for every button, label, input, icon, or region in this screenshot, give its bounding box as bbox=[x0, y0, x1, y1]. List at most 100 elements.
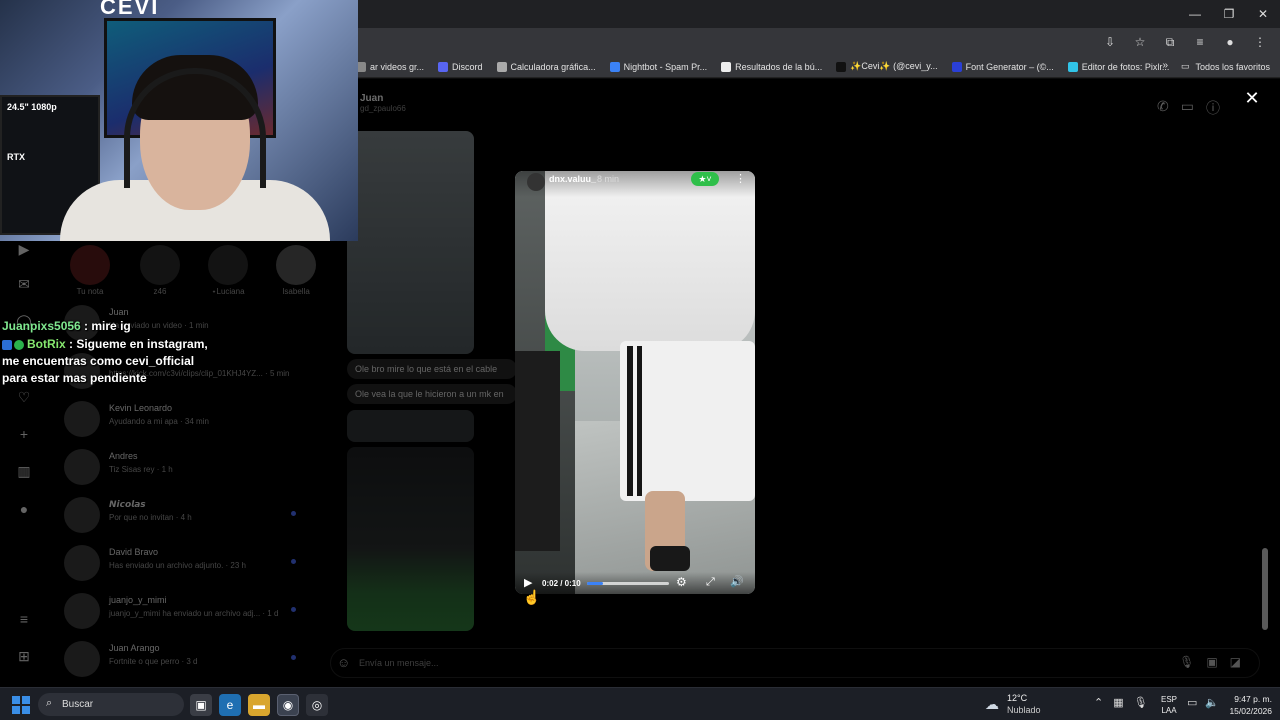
avatar bbox=[64, 497, 100, 533]
obs-icon[interactable]: ◎ bbox=[306, 694, 328, 716]
video-call-icon[interactable]: ▭ bbox=[1181, 98, 1194, 118]
fullscreen-icon[interactable]: ⤢ bbox=[706, 576, 715, 589]
discord-icon bbox=[438, 61, 449, 72]
chrome-icon[interactable]: ◉ bbox=[277, 694, 299, 716]
shared-post[interactable] bbox=[347, 447, 474, 631]
bookmark-label: Resultados de la bú... bbox=[735, 61, 823, 72]
more-options-icon[interactable]: ⋮ bbox=[735, 172, 746, 185]
bookmark-star-icon[interactable]: ☆ bbox=[1130, 32, 1150, 52]
close-window-button[interactable]: ✕ bbox=[1246, 0, 1280, 28]
conversation-item[interactable]: Kevin Leonardo Ayudando a mi apa · 34 min bbox=[60, 399, 310, 443]
bookmark-item[interactable]: Resultados de la bú... bbox=[721, 61, 823, 72]
note-item[interactable]: z46 bbox=[138, 245, 182, 296]
close-friends-star-icon[interactable]: ★˅ bbox=[691, 172, 719, 186]
gear-icon[interactable]: ⚙ bbox=[676, 575, 687, 589]
note-item[interactable]: ⋆Luciana bbox=[206, 245, 250, 296]
bookmark-label: ✨Cevi✨ (@cevi_y... bbox=[850, 61, 938, 71]
tray-app-icon[interactable]: ▦ bbox=[1113, 696, 1123, 709]
bookmark-item[interactable]: Editor de fotos: Pixlr... bbox=[1067, 61, 1169, 72]
bookmark-item[interactable]: Discord bbox=[438, 61, 483, 72]
note-item[interactable]: Isabella bbox=[274, 245, 318, 296]
unread-dot bbox=[291, 511, 296, 516]
viewer-username[interactable]: dnx.valuu_ bbox=[549, 174, 596, 184]
conversation-name: David Bravo bbox=[109, 547, 159, 557]
conversation-name: Juan bbox=[109, 307, 129, 317]
menu-kebab-icon[interactable]: ⋮ bbox=[1250, 32, 1270, 52]
conversation-name: Juan Arango bbox=[109, 643, 160, 653]
avatar[interactable] bbox=[527, 173, 545, 191]
avatar bbox=[64, 401, 100, 437]
apps-icon[interactable]: ⊞ bbox=[14, 646, 34, 666]
more-menu-icon[interactable]: ≡ bbox=[14, 609, 34, 629]
shared-image[interactable] bbox=[347, 131, 474, 354]
monitor-label: RTX bbox=[7, 152, 25, 162]
file-explorer-icon[interactable]: ▬ bbox=[248, 694, 270, 716]
messenger-icon[interactable]: ✉ bbox=[14, 274, 34, 294]
message-composer[interactable]: ☺ Envía un mensaje... 🎙 ▣ ◪ bbox=[330, 648, 1260, 678]
thread-name[interactable]: Juan bbox=[360, 93, 406, 104]
edge-icon[interactable]: e bbox=[219, 694, 241, 716]
install-app-icon[interactable]: ⇩ bbox=[1100, 32, 1120, 52]
image-icon[interactable]: ▣ bbox=[1206, 655, 1217, 669]
conversation-item[interactable]: Andres Tiz Sisas rey · 1 h bbox=[60, 447, 310, 491]
shared-reel-strip[interactable] bbox=[347, 410, 474, 442]
dashboard-icon[interactable]: ▥ bbox=[14, 461, 34, 481]
composer-placeholder: Envía un mensaje... bbox=[359, 658, 439, 668]
reels-icon[interactable]: ▶ bbox=[14, 239, 34, 259]
conversation-name: juanjo_y_mimi bbox=[109, 595, 167, 605]
speaker-icon[interactable]: 🔈 bbox=[1205, 696, 1219, 709]
conversation-item[interactable]: juanjo_y_mimi juanjo_y_mimi ha enviado un… bbox=[60, 591, 310, 635]
volume-icon[interactable]: 🔊 bbox=[730, 575, 744, 588]
taskbar: ⌕ Buscar ▣ e ▬ ◉ ◎ ☁ 12°C Nublado ⌃ ▦ 🎙 … bbox=[0, 687, 1280, 720]
video-scene bbox=[545, 171, 755, 351]
video-viewer[interactable]: dnx.valuu_ 8 min ★˅ ⋮ ▶ 0:02 / 0:10 ⚙ ⤢ … bbox=[515, 171, 755, 594]
video-scene bbox=[637, 346, 642, 496]
extensions-icon[interactable]: ⧉ bbox=[1160, 32, 1180, 52]
create-icon[interactable]: + bbox=[14, 424, 34, 444]
bookmark-item[interactable]: Font Generator – (©... bbox=[951, 61, 1054, 72]
restore-button[interactable]: ❐ bbox=[1212, 0, 1246, 28]
conversation-item[interactable]: Juan Arango Fortnite o que perro · 3 d bbox=[60, 639, 310, 683]
conversation-preview: Tiz Sisas rey · 1 h bbox=[109, 465, 173, 474]
conversation-item[interactable]: David Bravo Has enviado un archivo adjunt… bbox=[60, 543, 310, 587]
windows-start-icon[interactable] bbox=[12, 696, 30, 714]
pixlr-icon bbox=[1067, 61, 1078, 72]
heart-icon[interactable]: ♡ bbox=[14, 387, 34, 407]
task-view-icon[interactable]: ▣ bbox=[190, 694, 212, 716]
profile-icon[interactable]: ● bbox=[14, 499, 34, 519]
clock[interactable]: 9:47 p. m. 15/02/2026 bbox=[1222, 693, 1272, 717]
viewer-time: 8 min bbox=[597, 174, 620, 184]
viewer-header: dnx.valuu_ 8 min ★˅ ⋮ bbox=[515, 171, 755, 197]
sticker-icon[interactable]: ◪ bbox=[1230, 655, 1241, 669]
chevron-up-icon[interactable]: ⌃ bbox=[1094, 696, 1103, 709]
note-item[interactable]: Tu nota bbox=[68, 245, 112, 296]
bookmark-item[interactable]: Calculadora gráfica... bbox=[496, 61, 596, 72]
video-progress-track[interactable] bbox=[587, 582, 669, 585]
webcam-logo-text: CEVI bbox=[100, 0, 160, 19]
conversation-preview: Fortnite o que perro · 3 d bbox=[109, 657, 198, 666]
avatar bbox=[276, 245, 316, 285]
bookmark-item[interactable]: ✨Cevi✨ (@cevi_y... bbox=[836, 61, 938, 72]
bookmark-item[interactable]: Nightbot - Spam Pr... bbox=[609, 61, 707, 72]
clock-time: 9:47 p. m. bbox=[1234, 694, 1272, 704]
taskbar-search[interactable]: ⌕ Buscar bbox=[38, 693, 184, 716]
minimize-button[interactable]: — bbox=[1178, 0, 1212, 28]
info-icon[interactable]: ⓘ bbox=[1206, 98, 1220, 118]
scrollbar-thumb[interactable] bbox=[1262, 548, 1268, 630]
profile-avatar[interactable]: ● bbox=[1220, 32, 1240, 52]
language-indicator[interactable]: ESP LAA bbox=[1161, 694, 1177, 716]
microphone-icon[interactable]: 🎙 bbox=[1134, 696, 1148, 709]
scrollbar[interactable] bbox=[1262, 130, 1268, 630]
avatar bbox=[208, 245, 248, 285]
phone-icon[interactable]: ✆ bbox=[1157, 98, 1169, 118]
microphone-icon[interactable]: 🎙 bbox=[1179, 655, 1194, 669]
chevron-right-icon[interactable]: » bbox=[1162, 60, 1168, 71]
all-bookmarks[interactable]: ▭ Todos los favoritos bbox=[1181, 61, 1270, 72]
close-icon[interactable]: ✕ bbox=[1242, 88, 1262, 108]
play-icon[interactable]: ▶ bbox=[524, 576, 532, 589]
conversation-item[interactable]: 𝙉𝙞𝙘𝙤𝙡𝙖𝙨 Por que no invitan · 4 h bbox=[60, 495, 310, 539]
media-control-icon[interactable]: ≡ bbox=[1190, 32, 1210, 52]
network-icon[interactable]: ▭ bbox=[1187, 696, 1197, 709]
bookmark-item[interactable]: ar videos gr... bbox=[356, 61, 424, 72]
emoji-icon[interactable]: ☺ bbox=[337, 655, 350, 670]
